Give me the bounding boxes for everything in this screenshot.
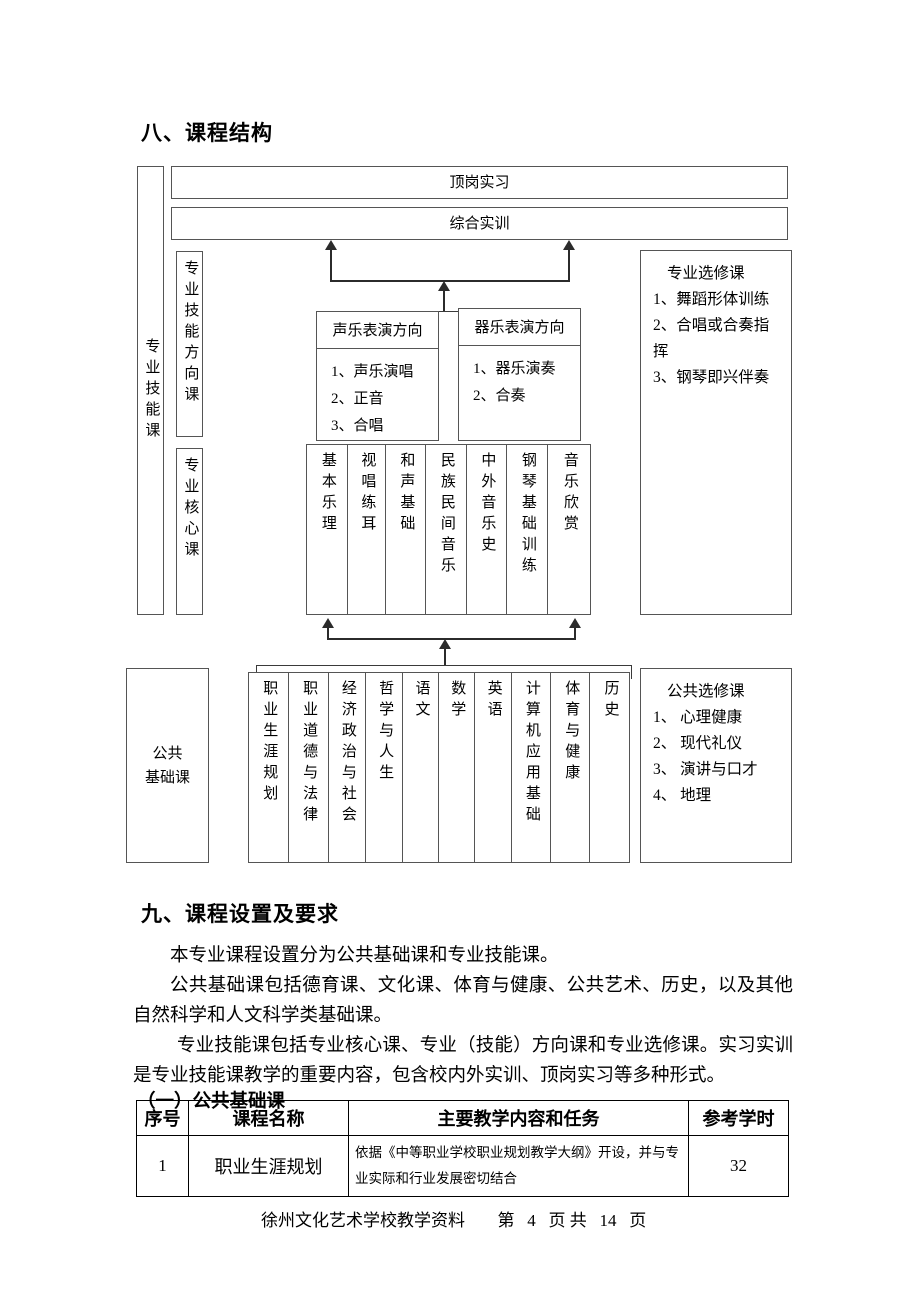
footer-total-pages: 14	[599, 1211, 617, 1230]
diagram-box-skill-direction-course: 专业技能方向课	[176, 251, 203, 437]
table-header-cell: 课程名称	[188, 1100, 349, 1136]
major-elective-title: 专业选修课	[667, 265, 745, 282]
arrow-up-lower-right	[569, 618, 581, 628]
footer-page-prefix: 第	[497, 1211, 515, 1230]
list-item: 2、正音	[331, 391, 384, 407]
diagram-box-comprehensive-training: 综合实训	[171, 207, 788, 240]
arrow-up-lower-mid	[439, 639, 451, 649]
list-item: 3、合唱	[331, 418, 384, 434]
core-course-cell: 中外音乐史	[467, 445, 507, 614]
list-item: 1、 心理健康	[653, 709, 743, 726]
diagram-box-major-elective: 专业选修课 1、舞蹈形体训练 2、合唱或合奏指 挥 3、钢琴即兴伴奏	[640, 250, 792, 615]
public-course-cell: 英语	[475, 673, 512, 862]
public-course-cell: 计算机应用基础	[512, 673, 552, 862]
arrow-up-lower-left	[322, 618, 334, 628]
section-8-heading: 八、课程结构	[141, 121, 273, 145]
list-item: 1、舞蹈形体训练	[653, 291, 770, 308]
public-course-cell: 职业道德与法律	[289, 673, 329, 862]
list-item: 3、 演讲与口才	[653, 761, 758, 778]
table-cell-course-name: 职业生涯规划	[188, 1135, 349, 1197]
public-basic-label-line1: 公共	[152, 745, 183, 762]
instrumental-direction-items: 1、器乐演奏 2、合奏	[459, 346, 580, 410]
table-header-row: 序号 课程名称 主要教学内容和任务 参考学时	[136, 1100, 789, 1136]
table-header-cell: 序号	[136, 1100, 189, 1136]
list-item: 1、器乐演奏	[473, 361, 556, 377]
public-course-cell: 数学	[439, 673, 475, 862]
section-9-paragraph-2: 公共基础课包括德育课、文化课、体育与健康、公共艺术、历史，以及其他自然科学和人文…	[133, 976, 793, 1026]
diagram-row-public-courses: 职业生涯规划 职业道德与法律 经济政治与社会 哲学与人生 语文 数学 英语 计算…	[248, 672, 630, 863]
vocal-direction-items: 1、声乐演唱 2、正音 3、合唱	[317, 349, 438, 440]
public-basic-label-line2: 基础课	[144, 769, 190, 786]
section-9-heading: 九、课程设置及要求	[141, 902, 339, 926]
arrow-up-upper-right	[563, 240, 575, 250]
public-course-cell: 经济政治与社会	[329, 673, 367, 862]
public-course-cell: 体育与健康	[551, 673, 591, 862]
list-item: 1、声乐演唱	[331, 364, 414, 380]
diagram-box-top-internship: 顶岗实习	[171, 166, 788, 199]
instrumental-direction-title: 器乐表演方向	[459, 309, 580, 346]
connector-vertical-lower-right	[574, 628, 576, 640]
vocal-direction-title: 声乐表演方向	[317, 312, 438, 349]
table-header-cell: 主要教学内容和任务	[348, 1100, 689, 1136]
footer-source: 徐州文化艺术学校教学资料	[261, 1211, 465, 1230]
connector-vertical-upper-left	[330, 250, 332, 282]
public-course-cell: 哲学与人生	[366, 673, 404, 862]
public-course-cell: 语文	[403, 673, 440, 862]
public-basic-course-table: 序号 课程名称 主要教学内容和任务 参考学时 1 职业生涯规划 依据《中等职业学…	[136, 1100, 789, 1197]
diagram-box-core-course: 专业核心课	[176, 448, 203, 615]
diagram-box-vocal-direction: 声乐表演方向 1、声乐演唱 2、正音 3、合唱	[316, 311, 439, 441]
diagram-row-core-courses: 基本乐理 视唱练耳 和声基础 民族民间音乐 中外音乐史 钢琴基础训练 音乐欣赏	[306, 444, 591, 615]
connector-vertical-lower-mid	[444, 648, 446, 666]
section-9-paragraph-3: 专业技能课包括专业核心课、专业（技能）方向课和专业选修课。实习实训是专业技能课教…	[133, 1036, 793, 1086]
connector-horizontal-lower	[327, 638, 576, 640]
core-course-cell: 视唱练耳	[348, 445, 386, 614]
diagram-box-public-basic: 公共 基础课	[126, 668, 209, 863]
list-item: 2、 现代礼仪	[653, 735, 743, 752]
table-row: 1 职业生涯规划 依据《中等职业学校职业规划教学大纲》开设，并与专业实际和行业发…	[136, 1135, 789, 1197]
list-item: 3、钢琴即兴伴奏	[653, 369, 770, 386]
arrow-up-upper-left	[325, 240, 337, 250]
list-item: 挥	[653, 343, 669, 360]
footer-page-mid: 页 共	[548, 1211, 587, 1230]
core-course-cell: 音乐欣赏	[561, 452, 578, 536]
page-footer: 徐州文化艺术学校教学资料 第 4 页 共 14 页	[261, 1206, 646, 1231]
connector-horizontal-upper	[330, 280, 570, 282]
arrow-up-upper-mid	[438, 281, 450, 291]
diagram-box-public-elective: 公共选修课 1、 心理健康 2、 现代礼仪 3、 演讲与口才 4、 地理	[640, 668, 792, 863]
core-course-cell: 和声基础	[386, 445, 426, 614]
connector-vertical-upper-right	[568, 250, 570, 282]
table-header-cell: 参考学时	[688, 1100, 789, 1136]
public-elective-title: 公共选修课	[667, 683, 745, 700]
list-item: 2、合唱或合奏指	[653, 317, 770, 334]
public-course-cell: 职业生涯规划	[249, 673, 289, 862]
connector-vertical-lower-left	[327, 628, 329, 640]
list-item: 4、 地理	[653, 787, 712, 804]
core-course-cell: 基本乐理	[307, 445, 348, 614]
section-9-paragraph-1: 本专业课程设置分为公共基础课和专业技能课。	[170, 946, 559, 966]
public-course-cell: 历史	[602, 680, 619, 722]
table-cell-description: 依据《中等职业学校职业规划教学大纲》开设，并与专业实际和行业发展密切结合	[348, 1135, 689, 1197]
footer-page-number: 4	[527, 1211, 536, 1230]
list-item: 2、合奏	[473, 388, 526, 404]
table-cell-hours: 32	[688, 1135, 789, 1197]
core-course-cell: 钢琴基础训练	[507, 445, 548, 614]
core-course-cell: 民族民间音乐	[426, 445, 467, 614]
document-page: 八、课程结构 顶岗实习 综合实训 专业技能课 专业技能方向课 专业核心课 声乐表…	[0, 0, 920, 1302]
connector-vertical-upper-mid	[443, 290, 445, 312]
diagram-box-instrumental-direction: 器乐表演方向 1、器乐演奏 2、合奏	[458, 308, 581, 441]
footer-page-suffix: 页	[629, 1211, 647, 1230]
table-cell-number: 1	[136, 1135, 189, 1197]
diagram-spine-vocational-skills: 专业技能课	[137, 166, 164, 615]
